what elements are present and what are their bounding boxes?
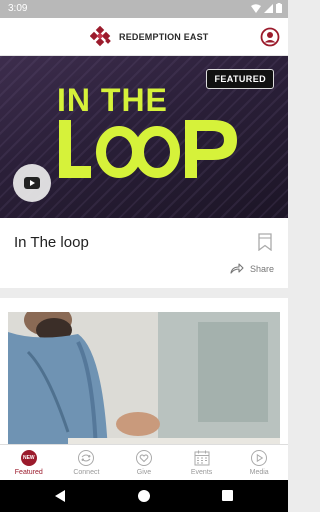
app-bar: REDEMPTION EAST: [0, 18, 288, 56]
new-badge-icon: NEW: [20, 449, 38, 467]
heart-icon: [135, 450, 152, 466]
hero-title-loop: [59, 120, 237, 178]
photo-illustration: [8, 312, 280, 444]
hero-title-line1: IN THE: [57, 82, 168, 118]
content-feed[interactable]: FEATURED IN THE In The loop Share: [0, 56, 288, 444]
card-image[interactable]: [8, 312, 280, 444]
calendar-icon: [194, 450, 210, 466]
recents-icon[interactable]: [222, 490, 233, 501]
share-arrow-icon: [230, 263, 244, 274]
home-icon[interactable]: [138, 490, 150, 502]
nav-events[interactable]: Events: [173, 445, 231, 480]
nav-events-label: Events: [190, 469, 213, 476]
youtube-play-icon: [24, 177, 40, 189]
signal-icon: [264, 3, 273, 13]
nav-media-label: Media: [249, 469, 269, 476]
nav-featured[interactable]: NEW Featured: [0, 445, 58, 480]
brand-name: REDEMPTION EAST: [119, 32, 209, 42]
wifi-icon: [251, 3, 261, 13]
share-button[interactable]: Share: [230, 263, 274, 274]
share-label: Share: [249, 263, 274, 274]
status-bar: 3:09: [0, 0, 288, 18]
nav-give[interactable]: Give: [115, 445, 173, 480]
bottom-nav: NEW Featured Connect Give Events Media: [0, 444, 288, 480]
bookmark-icon[interactable]: [258, 233, 272, 251]
brand-logo[interactable]: REDEMPTION EAST: [90, 26, 209, 48]
nav-connect[interactable]: Connect: [58, 445, 116, 480]
new-badge: NEW: [20, 450, 37, 466]
status-time: 3:09: [8, 3, 28, 14]
nav-connect-label: Connect: [73, 469, 100, 476]
content-card[interactable]: [0, 298, 288, 444]
status-icons: [251, 3, 282, 13]
back-icon[interactable]: [55, 490, 66, 502]
play-circle-icon: [251, 450, 268, 466]
card-title[interactable]: In The loop: [14, 234, 89, 251]
connect-icon: [78, 450, 95, 466]
hero-image[interactable]: FEATURED IN THE: [0, 56, 288, 218]
brand-mark-icon: [90, 26, 111, 47]
profile-icon[interactable]: [260, 27, 280, 47]
battery-icon: [276, 3, 282, 13]
featured-badge: FEATURED: [206, 69, 274, 89]
nav-media[interactable]: Media: [230, 445, 288, 480]
featured-card[interactable]: FEATURED IN THE In The loop Share: [0, 56, 288, 288]
play-button[interactable]: [13, 164, 51, 202]
nav-featured-label: Featured: [14, 469, 43, 476]
system-nav-bar: [0, 480, 288, 512]
nav-give-label: Give: [136, 469, 152, 476]
